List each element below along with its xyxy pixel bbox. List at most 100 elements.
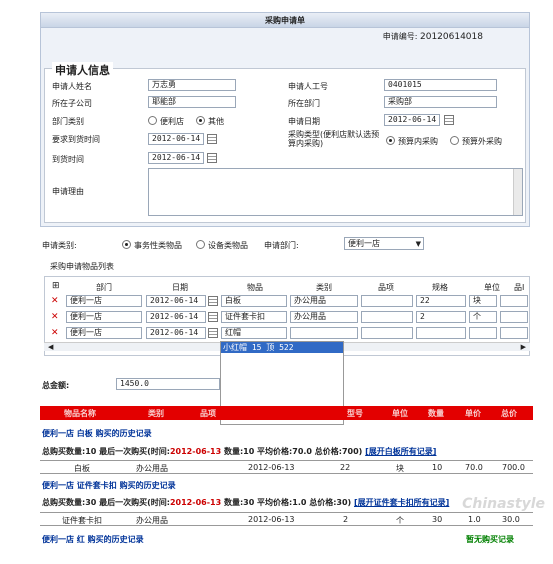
appdate-field[interactable]: 2012-06-14 [384, 114, 440, 126]
scrollbar[interactable] [513, 169, 522, 215]
total-field[interactable]: 1450.0 [116, 378, 220, 390]
row-dept-field[interactable]: 便利一店 [66, 311, 142, 323]
company-field[interactable]: 耶能部 [148, 96, 236, 108]
history-title: 便利一店 红 购买的历史记录 [42, 535, 144, 544]
row-dept-field[interactable]: 便利一店 [66, 295, 142, 307]
empno-field[interactable]: 0401015 [384, 79, 497, 91]
row-item-field[interactable]: 红帽 [221, 327, 287, 339]
purtype-budget-radio[interactable] [386, 136, 395, 145]
history-col-header: 总价 [501, 409, 517, 418]
autocomplete-option[interactable]: 小红帽 15 顶 522 [221, 342, 343, 353]
col-header: 物品 [247, 283, 263, 292]
watermark: Chinastyle [462, 496, 545, 512]
apptype-affairs-label: 事务性类物品 [134, 241, 182, 250]
row-cat-field[interactable]: 办公用品 [290, 311, 358, 323]
row-cat-field[interactable] [290, 327, 358, 339]
history-title: 便利一店 白板 购买的历史记录 [42, 429, 152, 438]
apptype-equip-radio[interactable] [196, 240, 205, 249]
row-unit-field[interactable] [469, 327, 497, 339]
row-spec-field[interactable]: 22 [416, 295, 466, 307]
expand-icon[interactable]: ⊞ [52, 281, 60, 291]
history-col-header: 单价 [465, 409, 481, 418]
col-header: 品I [514, 283, 525, 292]
depttype-other-radio[interactable] [196, 116, 205, 125]
history-summary: 总购买数量:10 最后一次购买(时间:2012-06-13 数量:10 平均价格… [42, 447, 437, 456]
row-grade-field[interactable] [361, 311, 413, 323]
history-header: 物品名称 类别 品项 型号 单位 数量 单价 总价 [40, 406, 533, 420]
history-title: 便利一店 证件套卡扣 购买的历史记录 [42, 481, 176, 490]
company-label: 所在子公司 [52, 99, 92, 108]
dept-field[interactable]: 采购部 [384, 96, 497, 108]
row-cat-field[interactable]: 办公用品 [290, 295, 358, 307]
col-header: 类别 [316, 283, 332, 292]
calendar-icon[interactable] [208, 328, 218, 338]
purtype-label: 采购类型(便利店默认选预算内采购) [288, 130, 380, 148]
row-date-field[interactable]: 2012-06-14 [146, 295, 206, 307]
calendar-icon[interactable] [208, 296, 218, 306]
dept-label: 所在部门 [288, 99, 320, 108]
expand-history-link[interactable]: [展开证件套卡扣所有记录] [354, 498, 449, 507]
purtype-extra-label: 预算外采购 [462, 137, 502, 146]
row-extra-field[interactable] [500, 295, 528, 307]
depttype-other-label: 其他 [208, 117, 224, 126]
row-item-field[interactable]: 证件套卡扣 [221, 311, 287, 323]
history-summary: 总购买数量:30 最后一次购买(时间:2012-06-13 数量:30 平均价格… [42, 498, 450, 507]
row-date-field[interactable]: 2012-06-14 [146, 327, 206, 339]
row-unit-field[interactable]: 个 [469, 311, 497, 323]
calendar-icon[interactable] [207, 134, 217, 144]
row-grade-field[interactable] [361, 327, 413, 339]
history-col-header: 品项 [200, 409, 216, 418]
no-history-text: 暂无购买记录 [466, 535, 514, 544]
expand-history-link[interactable]: [展开白板所有记录] [365, 447, 436, 456]
history-col-header: 型号 [347, 409, 363, 418]
calendar-icon[interactable] [444, 115, 454, 125]
row-extra-field[interactable] [500, 311, 528, 323]
arrdate-label: 到货时间 [52, 155, 84, 164]
reason-textarea[interactable] [148, 168, 523, 216]
row-spec-field[interactable] [416, 327, 466, 339]
delete-row-icon[interactable]: ✕ [51, 312, 59, 322]
history-col-header: 类别 [148, 409, 164, 418]
history-col-header: 数量 [428, 409, 444, 418]
row-spec-field[interactable]: 2 [416, 311, 466, 323]
items-legend: 采购申请物品列表 [50, 262, 114, 271]
purtype-extra-radio[interactable] [450, 136, 459, 145]
row-unit-field[interactable]: 块 [469, 295, 497, 307]
arrdate-field[interactable]: 2012-06-14 [148, 152, 204, 164]
scroll-left-icon[interactable]: ◀ [48, 343, 53, 351]
reason-label: 申请理由 [52, 187, 84, 196]
delete-row-icon[interactable]: ✕ [51, 328, 59, 338]
delete-row-icon[interactable]: ✕ [51, 296, 59, 306]
apptype-affairs-radio[interactable] [122, 240, 131, 249]
history-row: 白板 办公用品 2012-06-13 22 块 10 70.0 700.0 [40, 460, 533, 474]
history-row: 证件套卡扣 办公用品 2012-06-13 2 个 30 1.0 30.0 [40, 512, 533, 526]
history-col-header: 物品名称 [64, 409, 96, 418]
form-title: 采购申请单 [41, 13, 529, 28]
row-grade-field[interactable] [361, 295, 413, 307]
depttype-label: 部门类别 [52, 117, 84, 126]
reqdate-label: 要求到货时间 [52, 135, 100, 144]
appdate-label: 申请日期 [288, 117, 320, 126]
row-extra-field[interactable] [500, 327, 528, 339]
row-item-field[interactable]: 白板 [221, 295, 287, 307]
calendar-icon[interactable] [207, 153, 217, 163]
row-date-field[interactable]: 2012-06-14 [146, 311, 206, 323]
scroll-right-icon[interactable]: ▶ [521, 343, 526, 351]
row-dept-field[interactable]: 便利一店 [66, 327, 142, 339]
depttype-store-label: 便利店 [160, 117, 184, 126]
calendar-icon[interactable] [208, 312, 218, 322]
reqdate-field[interactable]: 2012-06-14 [148, 133, 204, 145]
col-header: 单位 [484, 283, 500, 292]
name-field[interactable]: 万志勇 [148, 79, 236, 91]
col-header: 部门 [96, 283, 112, 292]
apptype-label: 申请类别: [42, 241, 77, 250]
appdept-label: 申请部门: [264, 241, 299, 250]
col-header: 日期 [172, 283, 188, 292]
history-col-header: 单位 [392, 409, 408, 418]
apptype-equip-label: 设备类物品 [208, 241, 248, 250]
depttype-store-radio[interactable] [148, 116, 157, 125]
application-number: 申请编号: 20120614018 [382, 32, 483, 42]
appdept-select[interactable]: 便利一店 ▼ [344, 237, 424, 250]
name-label: 申请人姓名 [52, 82, 92, 91]
col-header: 规格 [432, 283, 448, 292]
